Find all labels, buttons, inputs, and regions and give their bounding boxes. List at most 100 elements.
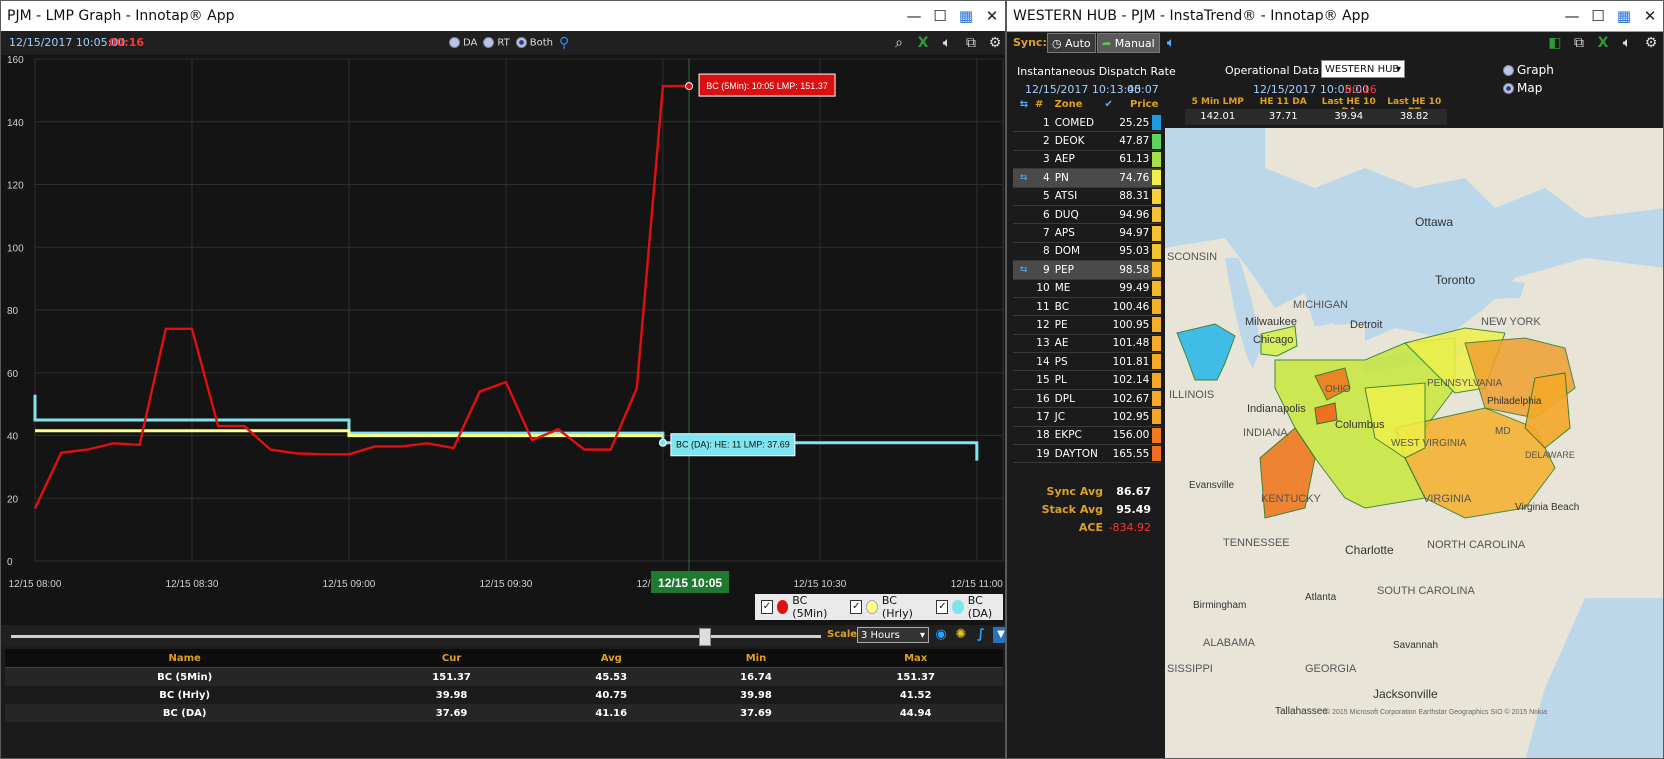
eye-icon[interactable]: ◉	[933, 627, 949, 643]
lmp-chart-area[interactable]: 0 20 40 60 80 100 120 140 160 12/15 08:00 12/15 0…	[1, 55, 1006, 625]
zone-row[interactable]: 17 JC 102.95	[1013, 408, 1161, 427]
popout-icon[interactable]: ⧉	[1569, 33, 1589, 53]
stack-avg-value: 95.49	[1116, 503, 1151, 516]
maximize-icon[interactable]: ☐	[1585, 7, 1611, 25]
arrow-icon: ➦	[1102, 37, 1115, 50]
scale-label: Scale:	[827, 629, 862, 640]
excel-export-icon[interactable]: X	[1593, 33, 1613, 53]
map-canvas[interactable]: Ottawa Toronto MICHIGAN NEW YORK Milwauk…	[1165, 128, 1664, 759]
ace-label: ACE	[1078, 521, 1103, 534]
zone-row[interactable]: 11 BC 100.46	[1013, 298, 1161, 317]
back-icon[interactable]: ◧	[1545, 33, 1565, 53]
mode-da-radio[interactable]: DA	[449, 37, 477, 49]
zone-color-swatch	[1152, 225, 1161, 241]
zone-name: AEP	[1054, 153, 1075, 166]
excel-export-icon[interactable]: X	[913, 33, 933, 53]
zone-row[interactable]: 13 AE 101.48	[1013, 335, 1161, 354]
mode-both-radio[interactable]: Both	[515, 37, 553, 49]
zone-row[interactable]: 5 ATSI 88.31	[1013, 188, 1161, 206]
zone-row[interactable]: 3 AEP 61.13	[1013, 151, 1161, 170]
zone-map[interactable]: Ottawa Toronto MICHIGAN NEW YORK Milwauk…	[1165, 128, 1664, 759]
minimize-icon[interactable]: —	[901, 7, 927, 25]
sun-icon[interactable]: ✺	[953, 627, 969, 643]
y-tick-label: 160	[7, 55, 24, 66]
price-header[interactable]: Price	[1120, 99, 1158, 110]
zone-color-swatch	[1152, 427, 1161, 443]
location-pin-icon[interactable]: ⚲	[559, 35, 569, 51]
zone-row[interactable]: 7 APS 94.97	[1013, 224, 1161, 243]
da-point-marker[interactable]	[658, 438, 667, 447]
speaker-icon[interactable]: 🔈︎	[1617, 33, 1637, 53]
map-label: SCONSIN	[1167, 251, 1217, 263]
zone-row[interactable]: 19 DAYTON 165.55	[1013, 445, 1161, 464]
legend-checkbox-5min[interactable]: ✓	[761, 600, 773, 614]
map-label: KENTUCKY	[1261, 493, 1322, 505]
zone-row[interactable]: ⇆ 9 PEP 98.58	[1013, 261, 1161, 280]
settings-gear-icon[interactable]: ⚙	[985, 33, 1005, 53]
tile-icon[interactable]: ▦	[953, 7, 979, 25]
popout-icon[interactable]: ⧉	[961, 33, 981, 53]
map-credit: © 2015 Microsoft Corporation Earthstar G…	[1325, 708, 1547, 716]
table-row[interactable]: BC (DA) 37.69 41.16 37.69 44.94	[5, 704, 1003, 722]
zone-row[interactable]: 1 COMED 25.25	[1013, 114, 1161, 133]
stats-header-max: Max	[828, 649, 1003, 668]
y-tick-label: 40	[7, 432, 19, 443]
legend-dot-5min	[776, 600, 789, 614]
zone-name: BC	[1054, 300, 1070, 313]
maximize-icon[interactable]: ☐	[927, 7, 953, 25]
zone-number: 17	[1036, 410, 1050, 423]
scale-select[interactable]: 3 Hours	[857, 627, 929, 644]
curve-icon[interactable]: ∫	[973, 627, 989, 643]
minimize-icon[interactable]: —	[1559, 7, 1585, 25]
zone-row[interactable]: 6 DUQ 94.96	[1013, 206, 1161, 225]
speaker-icon[interactable]: 🔈︎	[937, 33, 957, 53]
map-radio[interactable]: Map	[1503, 81, 1542, 95]
zoom-search-icon[interactable]: ⌕	[889, 33, 909, 53]
zone-color-swatch	[1152, 115, 1161, 131]
zone-list: 1 COMED 25.25 2 DEOK 47.87 3 AEP 61.13 ⇆ 4 PN 74.76 5…	[1013, 114, 1161, 464]
lmp-line-chart[interactable]: 0 20 40 60 80 100 120 140 160 12/15 08:00 12/15 0…	[1, 55, 1006, 625]
zone-price: 61.13	[1119, 153, 1150, 166]
zone-row[interactable]: 2 DEOK 47.87	[1013, 132, 1161, 151]
legend-checkbox-da[interactable]: ✓	[936, 600, 949, 614]
zone-row[interactable]: 16 DPL 102.67	[1013, 390, 1161, 409]
operational-countdown: 00:16	[1345, 83, 1377, 96]
close-icon[interactable]: ✕	[1637, 7, 1663, 25]
zone-row[interactable]: 15 PL 102.14	[1013, 371, 1161, 390]
scale-toolbar: ◉ ✺ ∫ ▼	[933, 627, 1005, 643]
zone-row[interactable]: 10 ME 99.49	[1013, 280, 1161, 298]
rt-point-marker[interactable]	[685, 82, 694, 91]
map-label: DELAWARE	[1525, 450, 1575, 460]
zone-name: ME	[1054, 282, 1071, 295]
zone-row[interactable]: 8 DOM 95.03	[1013, 243, 1161, 262]
sort-arrows-icon[interactable]: ⇆	[1013, 99, 1035, 110]
zone-price: 94.97	[1119, 227, 1150, 240]
zone-number: 13	[1036, 337, 1050, 350]
zone-row[interactable]: 14 PS 101.81	[1013, 353, 1161, 372]
sync-auto-button[interactable]: ◷ Auto	[1047, 33, 1096, 53]
table-row[interactable]: BC (5Min) 151.37 45.53 16.74 151.37	[5, 667, 1003, 686]
map-label: Indianapolis	[1247, 403, 1306, 415]
zone-row[interactable]: 12 PE 100.95	[1013, 316, 1161, 335]
graph-radio[interactable]: Graph	[1503, 63, 1554, 77]
close-icon[interactable]: ✕	[979, 7, 1005, 25]
zone-price: 74.76	[1119, 171, 1150, 184]
zone-row[interactable]: ⇆ 4 PN 74.76	[1013, 169, 1161, 188]
operational-data-select[interactable]: WESTERN HUB	[1321, 60, 1405, 79]
dropdown-panel-icon[interactable]: ▼	[993, 627, 1005, 643]
clock-icon: ◷	[1052, 37, 1066, 50]
speaker-icon[interactable]: 🔈︎	[1161, 33, 1181, 53]
legend-checkbox-hrly[interactable]: ✓	[850, 600, 863, 614]
mode-rt-radio[interactable]: RT	[483, 37, 510, 49]
zone-header[interactable]: Zone	[1050, 99, 1104, 110]
tile-icon[interactable]: ▦	[1611, 7, 1637, 25]
table-row[interactable]: BC (Hrly) 39.98 40.75 39.98 41.52	[5, 686, 1003, 704]
map-label: PENNSYLVANIA	[1427, 378, 1503, 389]
settings-gear-icon[interactable]: ⚙	[1641, 33, 1661, 53]
sync-manual-button[interactable]: ➦ Manual	[1097, 33, 1160, 53]
time-slider-thumb[interactable]	[699, 628, 711, 646]
zone-row[interactable]: 18 EKPC 156.00	[1013, 427, 1161, 446]
swap-arrows-icon: ⇆	[1019, 172, 1028, 183]
zone-color-swatch	[1152, 151, 1161, 167]
zone-number: 6	[1043, 208, 1050, 221]
